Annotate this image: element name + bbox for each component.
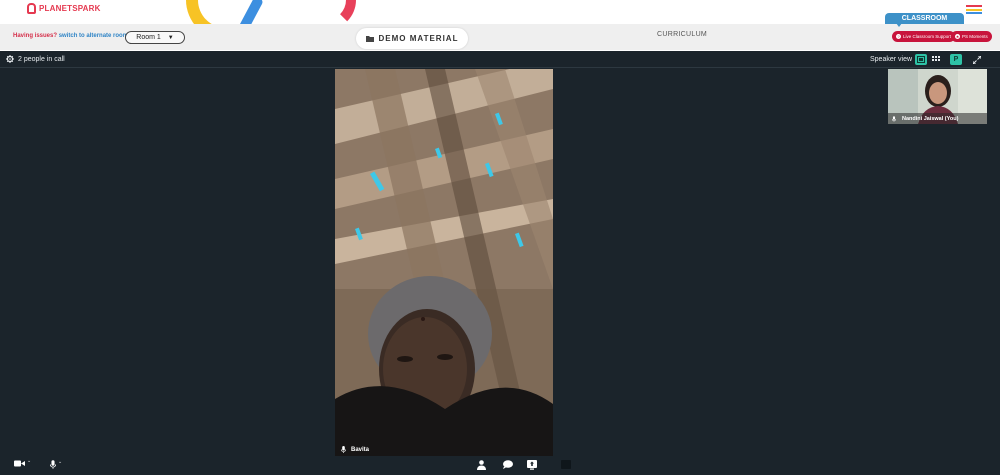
ps-moments-label: PS Moments (962, 34, 988, 39)
participants-button[interactable] (477, 460, 486, 470)
speaker-view-icon (917, 56, 925, 63)
app-page: PLANETSPARK Having issues? switch to alt… (0, 0, 1000, 475)
folder-icon (365, 36, 374, 42)
demo-material-button[interactable]: DEMO MATERIAL (356, 28, 468, 49)
brand-name: PLANETSPARK (39, 4, 101, 13)
issues-message: Having issues? switch to alternate room (13, 33, 128, 39)
caret-down-icon: ▼ (167, 34, 174, 41)
share-screen-button[interactable] (527, 460, 537, 470)
self-name: Nandini Jaiswal (You) (902, 115, 959, 122)
call-controls: ⌄ ⌄ (0, 458, 1000, 475)
gear-icon[interactable] (6, 55, 14, 63)
mic-toggle[interactable]: ⌄ (50, 459, 62, 469)
live-support-label: Live Classroom Support (903, 34, 952, 39)
mic-icon (892, 115, 896, 122)
classroom-tab-pointer (896, 23, 902, 27)
live-support-button[interactable]: ? Live Classroom Support (892, 31, 956, 42)
chat-button[interactable] (503, 460, 513, 469)
chevron-down-icon[interactable]: ⌄ (27, 458, 31, 464)
mic-icon (341, 446, 346, 453)
classroom-tab[interactable]: CLASSROOM (885, 13, 964, 27)
main-participant-name: Bavita (351, 446, 370, 453)
call-header: 2 people in call Speaker view P (0, 51, 1000, 68)
menu-icon[interactable] (966, 5, 982, 14)
curriculum-tab[interactable]: CURRICULUM (657, 31, 707, 38)
grid-view-icon (932, 56, 940, 61)
whiteboard-button[interactable] (561, 460, 571, 469)
support-icon: ? (896, 34, 901, 39)
people-in-call: 2 people in call (6, 55, 65, 63)
speaker-view-label: Speaker view (870, 56, 913, 63)
mic-icon (50, 460, 56, 469)
video-frame (335, 69, 553, 456)
room-select-value: Room 1 (136, 34, 161, 41)
share-screen-icon (527, 460, 537, 470)
chevron-down-icon[interactable]: ⌄ (58, 459, 62, 465)
camera-icon (14, 460, 25, 467)
ps-moments-button[interactable]: ★ PS Moments (951, 31, 992, 42)
fullscreen-icon (973, 55, 981, 64)
speaker-view-button[interactable] (915, 54, 927, 65)
whiteboard-icon (561, 460, 571, 469)
fullscreen-button[interactable] (971, 54, 983, 65)
grid-view-button[interactable] (930, 54, 942, 65)
room-select[interactable]: Room 1 ▼ (125, 31, 185, 44)
top-header: PLANETSPARK (0, 0, 1000, 40)
demo-material-label: DEMO MATERIAL (378, 34, 459, 43)
classroom-tab-label: CLASSROOM (901, 15, 948, 22)
main-participant-name-tag: Bavita (341, 446, 369, 453)
main-participant-video: Bavita (335, 69, 553, 456)
logo-icon (27, 3, 36, 14)
issues-prefix: Having issues? (13, 33, 58, 39)
camera-toggle[interactable]: ⌄ (14, 458, 31, 467)
people-count-label: 2 people in call (18, 55, 65, 63)
brand-logo[interactable]: PLANETSPARK (27, 3, 101, 14)
self-video-tile[interactable]: Nandini Jaiswal (You) (888, 69, 987, 124)
chat-icon (503, 460, 513, 469)
participants-icon (477, 460, 486, 470)
video-call-area: 2 people in call Speaker view P Bavita N… (0, 51, 1000, 475)
self-name-tag: Nandini Jaiswal (You) (888, 113, 987, 124)
switch-room-link[interactable]: switch to alternate room (59, 33, 128, 39)
moments-icon: ★ (955, 34, 960, 39)
p-button[interactable]: P (950, 54, 962, 65)
